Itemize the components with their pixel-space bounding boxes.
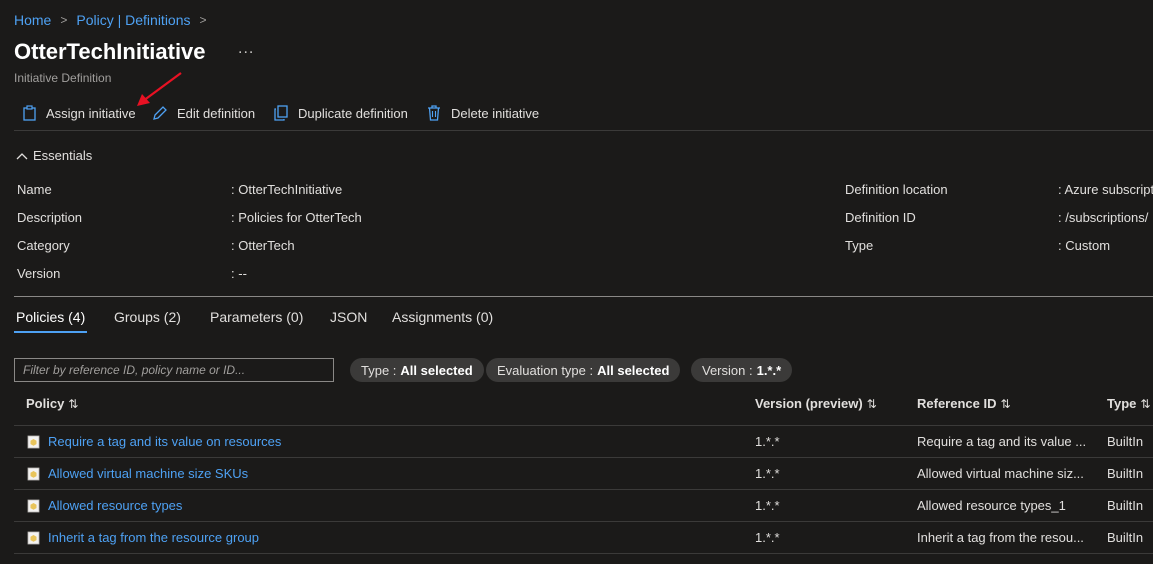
duplicate-definition-button[interactable]: Duplicate definition <box>273 102 408 124</box>
tab-groups[interactable]: Groups (2) <box>114 309 181 325</box>
version-filter-pill[interactable]: Version :1.*.* <box>691 358 793 382</box>
cell-type: BuiltIn <box>1107 434 1144 449</box>
cell-type: BuiltIn <box>1107 530 1144 545</box>
essentials-label-category: Category <box>17 238 70 253</box>
sort-icon: ⇅ <box>866 396 877 411</box>
table-row: Allowed virtual machine size SKUs <box>27 466 248 481</box>
delete-initiative-label: Delete initiative <box>451 105 540 121</box>
pill-key: Version : <box>702 362 753 378</box>
more-options-icon[interactable]: ... <box>238 40 254 58</box>
sort-icon: ⇅ <box>1140 396 1151 411</box>
cell-version: 1.*.* <box>755 466 780 481</box>
row-divider <box>14 521 1153 522</box>
policy-icon <box>27 531 40 544</box>
row-divider <box>14 553 1153 554</box>
table-row: Inherit a tag from the resource group <box>27 530 259 545</box>
essentials-label-name: Name <box>17 182 52 197</box>
table-header-divider <box>14 425 1153 426</box>
evaluation-type-filter-pill[interactable]: Evaluation type : All selected <box>486 358 681 382</box>
table-row: Allowed resource types <box>27 498 182 513</box>
tab-parameters[interactable]: Parameters (0) <box>210 309 303 325</box>
assign-initiative-button[interactable]: Assign initiative <box>22 102 136 124</box>
column-header-policy[interactable]: Policy ⇅ <box>26 396 78 411</box>
column-header-type[interactable]: Type ⇅ <box>1107 396 1150 411</box>
cell-reference-id: Require a tag and its value ... <box>917 434 1087 449</box>
policy-link[interactable]: Inherit a tag from the resource group <box>48 530 259 545</box>
assign-initiative-label: Assign initiative <box>46 105 136 121</box>
row-divider <box>14 457 1153 458</box>
breadcrumb-policy-definitions-link[interactable]: Policy | Definitions <box>76 12 190 28</box>
policy-icon <box>27 499 40 512</box>
delete-initiative-button[interactable]: Delete initiative <box>426 102 539 124</box>
column-header-label: Version (preview) <box>755 396 863 411</box>
essentials-value-name: : OtterTechInitiative <box>231 182 343 197</box>
essentials-header: Essentials <box>33 148 93 163</box>
active-tab-indicator <box>14 331 87 333</box>
page-title: OtterTechInitiative <box>14 39 206 64</box>
trash-icon <box>428 105 440 121</box>
filter-input[interactable] <box>14 358 334 382</box>
cell-version: 1.*.* <box>755 530 780 545</box>
pill-value: 1.*.* <box>756 362 782 378</box>
pill-value: All selected <box>400 362 473 378</box>
policy-icon <box>27 467 40 480</box>
column-header-reference-id[interactable]: Reference ID ⇅ <box>917 396 1011 411</box>
essentials-label-definition-location: Definition location <box>845 182 948 197</box>
type-filter-pill[interactable]: Type : All selected <box>350 358 484 382</box>
essentials-value-version: : -- <box>231 266 247 281</box>
essentials-value-description: : Policies for OtterTech <box>231 210 362 225</box>
cell-version: 1.*.* <box>755 498 780 513</box>
essentials-divider <box>14 296 1153 297</box>
essentials-value-type: : Custom <box>1058 238 1111 253</box>
breadcrumb: Home > Policy | Definitions > <box>14 12 216 28</box>
column-header-label: Reference ID <box>917 396 997 411</box>
sort-icon: ⇅ <box>68 396 79 411</box>
chevron-right-icon: > <box>199 13 207 27</box>
column-header-version[interactable]: Version (preview) ⇅ <box>755 396 877 411</box>
tab-policies[interactable]: Policies (4) <box>16 309 85 325</box>
edit-definition-label: Edit definition <box>177 105 256 121</box>
cell-version: 1.*.* <box>755 434 780 449</box>
policy-link[interactable]: Require a tag and its value on resources <box>48 434 281 449</box>
essentials-toggle[interactable]: Essentials <box>16 148 92 163</box>
column-header-label: Policy <box>26 396 65 411</box>
annotation-arrow-icon <box>137 72 182 106</box>
chevron-right-icon: > <box>60 13 68 27</box>
essentials-value-definition-id: : /subscriptions/ <box>1058 210 1149 225</box>
policy-link[interactable]: Allowed virtual machine size SKUs <box>48 466 248 481</box>
chevron-up-icon <box>16 152 28 159</box>
pill-key: Evaluation type : <box>497 362 594 378</box>
essentials-label-version: Version <box>17 266 61 281</box>
breadcrumb-home-link[interactable]: Home <box>14 12 51 28</box>
sort-icon: ⇅ <box>1000 396 1011 411</box>
essentials-label-description: Description <box>17 210 83 225</box>
duplicate-definition-label: Duplicate definition <box>298 105 408 121</box>
cell-reference-id: Inherit a tag from the resou... <box>917 530 1084 545</box>
row-divider <box>14 489 1153 490</box>
policy-icon <box>27 435 40 448</box>
table-row: Require a tag and its value on resources <box>27 434 281 449</box>
cell-type: BuiltIn <box>1107 498 1144 513</box>
pill-value: All selected <box>597 362 670 378</box>
cell-reference-id: Allowed resource types_1 <box>917 498 1066 513</box>
tab-assignments[interactable]: Assignments (0) <box>392 309 493 325</box>
policy-link[interactable]: Allowed resource types <box>48 498 182 513</box>
cell-reference-id: Allowed virtual machine siz... <box>917 466 1084 481</box>
page-subtitle: Initiative Definition <box>14 71 112 85</box>
essentials-label-definition-id: Definition ID <box>845 210 916 225</box>
duplicate-icon <box>274 105 288 121</box>
assign-icon <box>23 105 36 121</box>
cell-type: BuiltIn <box>1107 466 1144 481</box>
tab-json[interactable]: JSON <box>330 309 367 325</box>
essentials-value-definition-location: : Azure subscription 1 <box>1058 182 1153 197</box>
essentials-value-category: : OtterTech <box>231 238 295 253</box>
column-header-label: Type <box>1107 396 1137 411</box>
essentials-label-type: Type <box>845 238 874 253</box>
pill-key: Type : <box>361 362 397 378</box>
toolbar-divider <box>14 130 1153 131</box>
